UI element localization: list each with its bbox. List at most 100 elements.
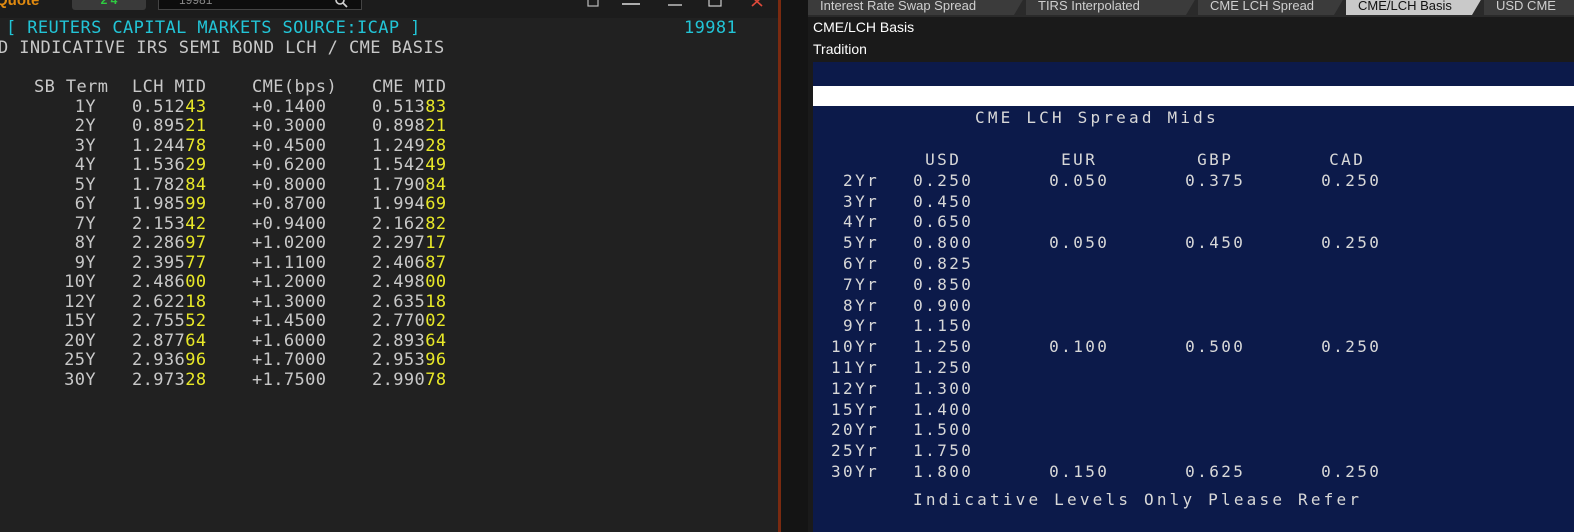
- term-cell: 7Yr: [843, 274, 880, 294]
- close-icon[interactable]: [744, 0, 770, 10]
- eur-cell: [1049, 358, 1185, 379]
- tab-tirs-interpolated[interactable]: TIRS Interpolated: [1026, 0, 1196, 15]
- term-cell: 30Yr: [831, 461, 880, 481]
- lch-mid-cell: 2.75552: [132, 311, 252, 332]
- minimize-icon[interactable]: [662, 0, 688, 10]
- header-eur: EUR: [1061, 150, 1098, 169]
- term-cell: 10Yr: [831, 337, 880, 357]
- table-row: 20Yr 1.500: [831, 420, 1453, 441]
- cme-bps-cell: +1.4500: [252, 311, 327, 331]
- header-cme-bps: CME(bps): [252, 77, 338, 97]
- eur-cell: [1049, 275, 1185, 296]
- app-title: Quote: [0, 0, 40, 9]
- cme-mid-tail: 02: [425, 311, 447, 331]
- cme-mid-tail: 17: [425, 233, 447, 253]
- spread-mids-table: USD EUR GBP CAD 2Yr 0.250 0.050 0.375 0.250 3…: [831, 150, 1453, 483]
- ric-input[interactable]: 19981: [158, 0, 362, 10]
- lch-mid-tail: 78: [185, 135, 207, 156]
- term-cell: 8Y: [74, 233, 96, 253]
- gbp-cell: [1185, 400, 1321, 421]
- cad-cell: 0.250: [1321, 337, 1382, 357]
- table-row: 8Yr 0.900: [831, 296, 1453, 317]
- lch-mid-cell: 2.87764: [132, 331, 252, 352]
- gbp-cell: [1185, 358, 1321, 379]
- term-cell: 12Y: [64, 291, 96, 312]
- cme-mid-cell: 2.95396: [372, 350, 492, 371]
- term-cell: 30Y: [64, 369, 96, 390]
- term-cell: 12Yr: [831, 378, 880, 398]
- cme-bps-cell: +0.9400: [252, 213, 327, 234]
- header-sb-term: SB Term: [34, 77, 109, 97]
- cme-mid-main: 1.790: [372, 174, 426, 195]
- table-row: 15Y 2.75552 +1.4500 2.77002: [34, 311, 492, 332]
- table-row: 7Y 2.15342 +0.9400 2.16282: [34, 213, 492, 235]
- cme-bps-cell: +1.0200: [252, 233, 327, 253]
- gbp-cell: [1185, 420, 1321, 441]
- lch-mid-tail: 21: [185, 116, 207, 136]
- cad-cell: [1321, 254, 1453, 275]
- lch-mid-main: 2.286: [132, 233, 186, 253]
- lch-mid-main: 2.622: [132, 291, 186, 312]
- cme-bps-cell: +0.6200: [252, 155, 327, 175]
- lch-mid-tail: 29: [185, 155, 207, 175]
- tab-usd-cme[interactable]: USD CME: [1484, 0, 1574, 15]
- page-source: Tradition: [813, 41, 867, 57]
- tab-cme-lch-basis[interactable]: CME/LCH Basis: [1346, 0, 1482, 15]
- cme-mid-cell: 2.77002: [372, 311, 492, 332]
- cme-bps-cell: +1.7500: [252, 369, 327, 390]
- header-cad: CAD: [1329, 150, 1366, 169]
- source-header: [ REUTERS CAPITAL MARKETS SOURCE:ICAP ]: [6, 18, 421, 38]
- cad-cell: [1321, 420, 1453, 441]
- table-row: 8Y 2.28697 +1.0200 2.29717: [34, 233, 492, 254]
- table-row: 3Y 1.24478 +0.4500 1.24928: [34, 135, 492, 157]
- cad-cell: 0.250: [1321, 461, 1382, 481]
- gbp-cell: [1185, 212, 1321, 233]
- eur-cell: 0.150: [1049, 461, 1110, 481]
- table-row: 9Y 2.39577 +1.1100 2.40687: [34, 252, 492, 274]
- cme-mid-cell: 1.99469: [372, 194, 492, 215]
- splitter-edge: [778, 0, 781, 532]
- lch-mid-tail: 00: [185, 272, 207, 292]
- usd-cell: 0.825: [913, 253, 974, 273]
- menu-icon[interactable]: [618, 0, 644, 10]
- maximize-icon[interactable]: [702, 0, 728, 10]
- gbp-cell: [1185, 316, 1321, 337]
- term-cell: 4Yr: [843, 212, 880, 232]
- usd-cell: 1.150: [913, 316, 974, 336]
- mids-table-body: 2Yr 0.250 0.050 0.375 0.250 3Yr 0.450 4Yr 0.650 5…: [831, 171, 1453, 483]
- usd-cell: 0.800: [913, 233, 974, 253]
- lch-mid-main: 1.244: [132, 135, 186, 156]
- table-row: 5Yr 0.800 0.050 0.450 0.250: [831, 233, 1453, 254]
- cme-mid-cell: 2.40687: [372, 252, 492, 274]
- chart-link-icon[interactable]: [580, 0, 606, 10]
- page-subtitle: D INDICATIVE IRS SEMI BOND LCH / CME BAS…: [0, 38, 445, 58]
- lch-mid-main: 2.486: [132, 272, 186, 292]
- table-row: 7Yr 0.850: [831, 275, 1453, 296]
- cme-mid-main: 2.498: [372, 272, 426, 292]
- cme-mid-cell: 1.24928: [372, 136, 492, 157]
- cme-bps-cell: +1.2000: [252, 272, 327, 292]
- usd-cell: 0.250: [913, 170, 974, 190]
- term-cell: 9Y: [74, 252, 96, 273]
- monitor-link-button[interactable]: 2 4: [72, 0, 146, 10]
- lch-mid-cell: 2.48600: [132, 272, 252, 293]
- gbp-cell: [1185, 192, 1321, 213]
- gbp-cell: 0.500: [1185, 337, 1246, 357]
- term-cell: 15Y: [64, 311, 96, 331]
- tab-interest-rate-swap-spread[interactable]: Interest Rate Swap Spread: [808, 0, 1024, 15]
- lch-mid-cell: 0.51243: [132, 97, 252, 118]
- cme-mid-tail: 18: [425, 291, 447, 312]
- usd-cell: 0.850: [913, 274, 974, 294]
- spread-title: CME LCH Spread Mids: [975, 108, 1219, 127]
- tab-cme-lch-spread[interactable]: CME LCH Spread: [1198, 0, 1344, 15]
- cme-mid-main: 2.162: [372, 213, 426, 234]
- search-icon[interactable]: [334, 0, 348, 8]
- term-cell: 8Yr: [843, 295, 880, 315]
- pane-splitter[interactable]: [778, 0, 808, 532]
- table-row: 5Y 1.78284 +0.8000 1.79084: [34, 174, 492, 196]
- gbp-cell: [1185, 379, 1321, 400]
- usd-cell: 0.650: [913, 212, 974, 232]
- term-cell: 3Y: [74, 135, 96, 156]
- cme-mid-tail: 87: [425, 252, 447, 273]
- cad-cell: [1321, 400, 1453, 421]
